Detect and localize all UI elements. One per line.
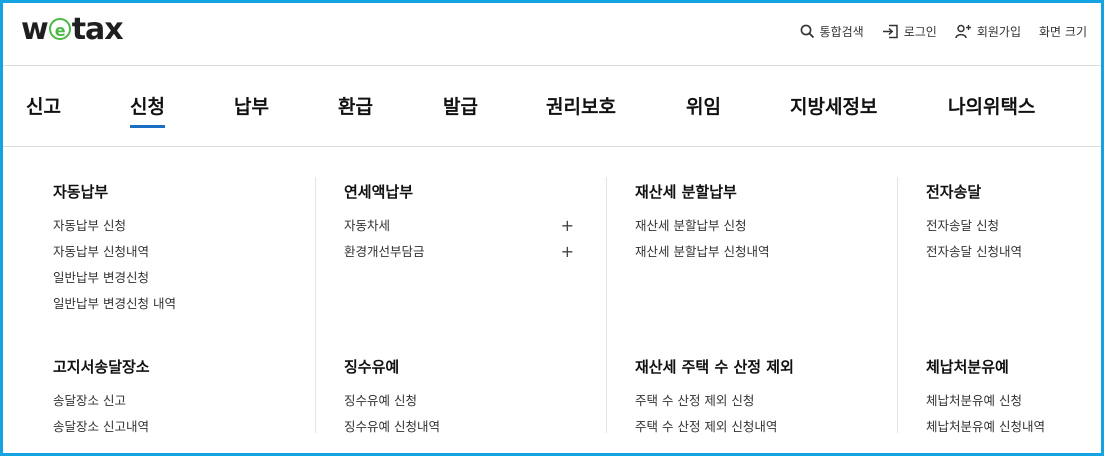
group-title: 체납처분유예 [926,358,1009,376]
link-car-tax[interactable]: 자동차세 + [344,213,574,239]
group-notice-delivery-address: 고지서송달장소 송달장소 신고 송달장소 신고내역 [53,356,293,440]
group-title: 재산세 분할납부 [635,183,737,201]
group-title: 전자송달 [926,183,982,201]
logo-e-icon: e [48,18,71,40]
login-button[interactable]: 로그인 [882,23,937,40]
link-property-installment-history[interactable]: 재산세 분할납부 신청내역 [635,239,875,265]
utility-menu: 통합검색 로그인 회원가입 화면 크기 [800,23,1087,40]
nav-payment[interactable]: 납부 [234,92,269,119]
group-title: 징수유예 [344,358,400,376]
nav-apply[interactable]: 신청 [130,92,165,128]
link-collection-deferral-history[interactable]: 징수유예 신청내역 [344,414,584,440]
link-collection-deferral-apply[interactable]: 징수유예 신청 [344,388,584,414]
user-plus-icon [955,24,971,39]
column-divider [606,177,607,433]
signup-button[interactable]: 회원가입 [955,23,1021,40]
logo-text-w: w [21,12,49,47]
screen-size-label: 화면 크기 [1039,25,1087,39]
column-divider [315,177,316,433]
group-e-delivery: 전자송달 전자송달 신청 전자송달 신청내역 [926,181,1096,265]
group-title: 연세액납부 [344,183,414,201]
page-frame: w e tax 통합검색 로그인 회원가입 화면 크기 신고 신청 납부 환급 … [0,0,1104,456]
link-house-count-exclusion-history[interactable]: 주택 수 산정 제외 신청내역 [635,414,875,440]
link-delivery-address-report[interactable]: 송달장소 신고 [53,388,293,414]
nav-refund[interactable]: 환급 [338,92,373,119]
submenu-panel: 자동납부 자동납부 신청 자동납부 신청내역 일반납부 변경신청 일반납부 변경… [3,147,1101,453]
wetax-logo[interactable]: w e tax [21,12,124,47]
link-e-delivery-history[interactable]: 전자송달 신청내역 [926,239,1096,265]
group-delinquency-deferral: 체납처분유예 체납처분유예 신청 체납처분유예 신청내역 [926,356,1096,440]
nav-issue[interactable]: 발급 [443,92,478,119]
link-auto-payment-history[interactable]: 자동납부 신청내역 [53,239,293,265]
link-delinquency-deferral-apply[interactable]: 체납처분유예 신청 [926,388,1096,414]
link-property-installment-apply[interactable]: 재산세 분할납부 신청 [635,213,875,239]
group-property-tax-installment: 재산세 분할납부 재산세 분할납부 신청 재산세 분할납부 신청내역 [635,181,875,265]
top-bar: w e tax 통합검색 로그인 회원가입 화면 크기 [3,3,1101,66]
link-general-payment-change-history[interactable]: 일반납부 변경신청 내역 [53,291,293,317]
column-divider [897,177,898,433]
nav-delegation[interactable]: 위임 [686,92,721,119]
link-label: 자동차세 [344,218,391,233]
nav-local-tax-info[interactable]: 지방세정보 [790,92,877,119]
link-delinquency-deferral-history[interactable]: 체납처분유예 신청내역 [926,414,1096,440]
group-title: 고지서송달장소 [53,358,150,376]
link-general-payment-change[interactable]: 일반납부 변경신청 [53,265,293,291]
logo-text-tax: tax [71,12,124,47]
group-collection-deferral: 징수유예 징수유예 신청 징수유예 신청내역 [344,356,584,440]
nav-my-wetax[interactable]: 나의위택스 [948,92,1035,119]
group-house-count-exclusion: 재산세 주택 수 산정 제외 주택 수 산정 제외 신청 주택 수 산정 제외 … [635,356,875,440]
link-auto-payment-apply[interactable]: 자동납부 신청 [53,213,293,239]
expand-plus-icon[interactable]: + [561,213,574,239]
search-label: 통합검색 [819,25,864,39]
nav-rights-protection[interactable]: 권리보호 [546,92,616,119]
group-annual-payment: 연세액납부 자동차세 + 환경개선부담금 + [344,181,574,265]
link-house-count-exclusion-apply[interactable]: 주택 수 산정 제외 신청 [635,388,875,414]
group-title: 자동납부 [53,183,109,201]
search-icon [800,24,814,39]
screen-size-button[interactable]: 화면 크기 [1039,23,1087,40]
login-icon [882,24,898,39]
link-delivery-address-history[interactable]: 송달장소 신고내역 [53,414,293,440]
link-label: 환경개선부담금 [344,244,425,259]
expand-plus-icon[interactable]: + [561,239,574,265]
login-label: 로그인 [903,25,937,39]
group-title: 재산세 주택 수 산정 제외 [635,358,794,376]
signup-label: 회원가입 [976,25,1022,39]
link-environment-charge[interactable]: 환경개선부담금 + [344,239,574,265]
link-e-delivery-apply[interactable]: 전자송달 신청 [926,213,1096,239]
search-button[interactable]: 통합검색 [800,23,864,40]
nav-report[interactable]: 신고 [26,92,61,119]
group-auto-payment: 자동납부 자동납부 신청 자동납부 신청내역 일반납부 변경신청 일반납부 변경… [53,181,293,317]
main-nav: 신고 신청 납부 환급 발급 권리보호 위임 지방세정보 나의위택스 [3,66,1101,147]
